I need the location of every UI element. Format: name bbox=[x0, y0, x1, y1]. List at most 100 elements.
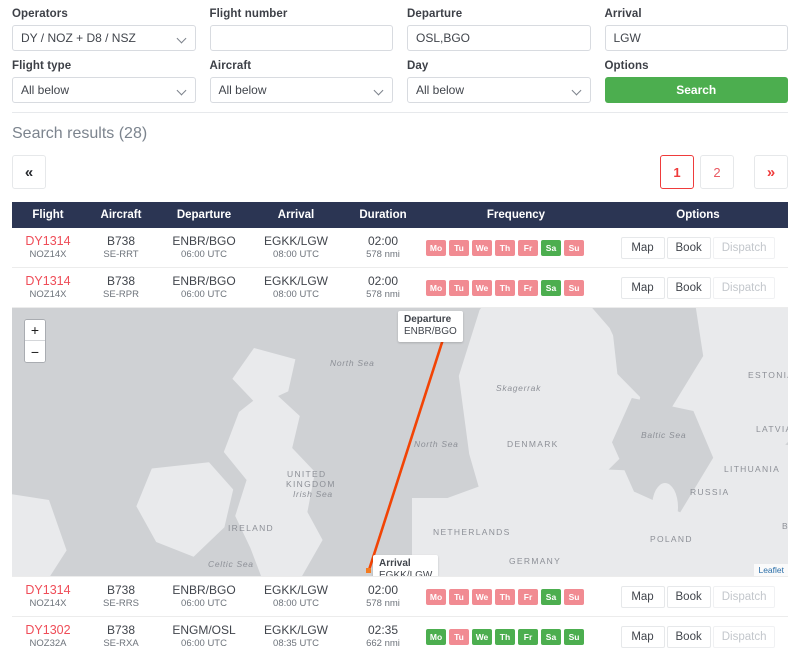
flight-number-input[interactable] bbox=[209, 25, 393, 51]
aircraft-select[interactable]: All below bbox=[209, 77, 393, 103]
table-row[interactable]: DY1314 NOZ14X B738 SE-RPR ENBR/BGO 06:00… bbox=[12, 268, 788, 308]
cell-frequency: Mo Tu We Th Fr Sa Su bbox=[424, 588, 608, 605]
label-flight-type: Flight type bbox=[12, 60, 72, 72]
registration: SE-RPR bbox=[103, 289, 139, 300]
table-row[interactable]: DY1302 NOZ32A B738 SE-RXA ENGM/OSL 06:00… bbox=[12, 617, 788, 656]
cell-frequency: Mo Tu We Th Fr Sa Su bbox=[424, 279, 608, 296]
registration: SE-RXA bbox=[103, 638, 139, 649]
distance: 662 nmi bbox=[366, 638, 400, 649]
book-button[interactable]: Book bbox=[666, 585, 711, 608]
flight-search-page: Operators DY / NOZ + D8 / NSZ Flight num… bbox=[0, 0, 800, 656]
row-options: Map Book Dispatch bbox=[608, 276, 788, 299]
departure-airport: ENBR/BGO bbox=[172, 583, 236, 597]
dispatch-button: Dispatch bbox=[712, 276, 776, 299]
departure-tooltip-title: Departure bbox=[404, 314, 452, 325]
cell-flight: DY1314 NOZ14X bbox=[12, 234, 84, 261]
route-map[interactable]: + − Departure ENBR/BGO Arrival EGKK/LGW … bbox=[12, 308, 788, 577]
field-arrival: Arrival bbox=[604, 8, 788, 51]
frequency-day-mo: Mo bbox=[426, 279, 446, 296]
departure-tooltip: Departure ENBR/BGO bbox=[398, 311, 463, 342]
results-heading: Search results (28) bbox=[12, 112, 788, 143]
label-options: Options bbox=[604, 60, 649, 72]
frequency-day-sa: Sa bbox=[541, 279, 561, 296]
field-options: Options Search bbox=[604, 60, 788, 103]
frequency-day-fr: Fr bbox=[518, 588, 538, 605]
arrival-airport: EGKK/LGW bbox=[263, 274, 328, 288]
frequency-day-tu: Tu bbox=[449, 239, 469, 256]
arrival-tooltip-title: Arrival bbox=[379, 558, 411, 569]
flight-number: DY1314 bbox=[25, 234, 71, 248]
arrival-input[interactable] bbox=[604, 25, 788, 51]
flight-number: DY1314 bbox=[25, 583, 71, 597]
operators-select[interactable]: DY / NOZ + D8 / NSZ bbox=[12, 25, 196, 51]
cell-duration: 02:35 662 nmi bbox=[342, 623, 424, 650]
departure-time: 06:00 UTC bbox=[181, 598, 227, 609]
book-button[interactable]: Book bbox=[666, 236, 711, 259]
cell-arrival: EGKK/LGW 08:35 UTC bbox=[250, 623, 342, 650]
column-frequency: Frequency bbox=[486, 209, 546, 221]
frequency-day-we: We bbox=[472, 628, 492, 645]
cell-departure: ENBR/BGO 06:00 UTC bbox=[158, 274, 250, 301]
frequency-days: Mo Tu We Th Fr Sa Su bbox=[424, 239, 608, 256]
cell-arrival: EGKK/LGW 08:00 UTC bbox=[250, 583, 342, 610]
cell-options: Map Book Dispatch bbox=[608, 585, 788, 608]
arrival-time: 08:35 UTC bbox=[273, 638, 319, 649]
map-button[interactable]: Map bbox=[620, 276, 665, 299]
arrival-airport: EGKK/LGW bbox=[263, 623, 328, 637]
frequency-day-th: Th bbox=[495, 279, 515, 296]
pagination-last-button[interactable]: » bbox=[754, 155, 788, 189]
frequency-day-th: Th bbox=[495, 239, 515, 256]
search-button[interactable]: Search bbox=[604, 77, 788, 103]
departure-input[interactable] bbox=[407, 25, 591, 51]
cell-options: Map Book Dispatch bbox=[608, 625, 788, 648]
map-button[interactable]: Map bbox=[620, 625, 665, 648]
table-row[interactable]: DY1314 NOZ14X B738 SE-RRT ENBR/BGO 06:00… bbox=[12, 228, 788, 268]
departure-time: 06:00 UTC bbox=[181, 289, 227, 300]
pagination-first-button[interactable]: « bbox=[12, 155, 46, 189]
label-departure: Departure bbox=[407, 8, 463, 20]
cell-duration: 02:00 578 nmi bbox=[342, 583, 424, 610]
row-options: Map Book Dispatch bbox=[608, 236, 788, 259]
column-options: Options bbox=[676, 209, 720, 221]
callsign: NOZ14X bbox=[29, 289, 67, 300]
label-flight-number: Flight number bbox=[209, 8, 288, 20]
frequency-day-tu: Tu bbox=[449, 279, 469, 296]
frequency-days: Mo Tu We Th Fr Sa Su bbox=[424, 628, 608, 645]
frequency-day-we: We bbox=[472, 239, 492, 256]
frequency-day-sa: Sa bbox=[541, 588, 561, 605]
flight-type-value: All below bbox=[21, 83, 70, 97]
map-button[interactable]: Map bbox=[620, 236, 665, 259]
field-operators: Operators DY / NOZ + D8 / NSZ bbox=[12, 8, 196, 51]
callsign: NOZ32A bbox=[29, 638, 67, 649]
cell-flight: DY1314 NOZ14X bbox=[12, 274, 84, 301]
flight-number: DY1302 bbox=[25, 623, 71, 637]
cell-aircraft: B738 SE-RRS bbox=[84, 583, 158, 610]
book-button[interactable]: Book bbox=[666, 625, 711, 648]
table-header: Flight Aircraft Departure Arrival Durati… bbox=[12, 202, 788, 228]
table-row[interactable]: DY1314 NOZ14X B738 SE-RRS ENBR/BGO 06:00… bbox=[12, 577, 788, 617]
dispatch-button: Dispatch bbox=[712, 236, 776, 259]
callsign: NOZ14X bbox=[29, 249, 67, 260]
frequency-day-tu: Tu bbox=[449, 588, 469, 605]
departure-airport: ENGM/OSL bbox=[172, 623, 236, 637]
pagination-page-1[interactable]: 1 bbox=[660, 155, 694, 189]
row-options: Map Book Dispatch bbox=[608, 585, 788, 608]
flight-type-select[interactable]: All below bbox=[12, 77, 196, 103]
duration: 02:35 bbox=[367, 623, 399, 637]
map-button[interactable]: Map bbox=[620, 585, 665, 608]
column-flight: Flight bbox=[32, 209, 64, 221]
aircraft-type: B738 bbox=[106, 274, 136, 288]
frequency-day-fr: Fr bbox=[518, 628, 538, 645]
flight-number: DY1314 bbox=[25, 274, 71, 288]
day-select[interactable]: All below bbox=[407, 77, 591, 103]
distance: 578 nmi bbox=[366, 249, 400, 260]
pagination-page-2[interactable]: 2 bbox=[700, 155, 734, 189]
pagination: « 1 2 » bbox=[12, 155, 788, 189]
cell-departure: ENGM/OSL 06:00 UTC bbox=[158, 623, 250, 650]
results-table: Flight Aircraft Departure Arrival Durati… bbox=[12, 202, 788, 656]
cell-frequency: Mo Tu We Th Fr Sa Su bbox=[424, 628, 608, 645]
book-button[interactable]: Book bbox=[666, 276, 711, 299]
field-day: Day All below bbox=[407, 60, 591, 103]
callsign: NOZ14X bbox=[29, 598, 67, 609]
chevron-down-icon bbox=[178, 86, 187, 95]
